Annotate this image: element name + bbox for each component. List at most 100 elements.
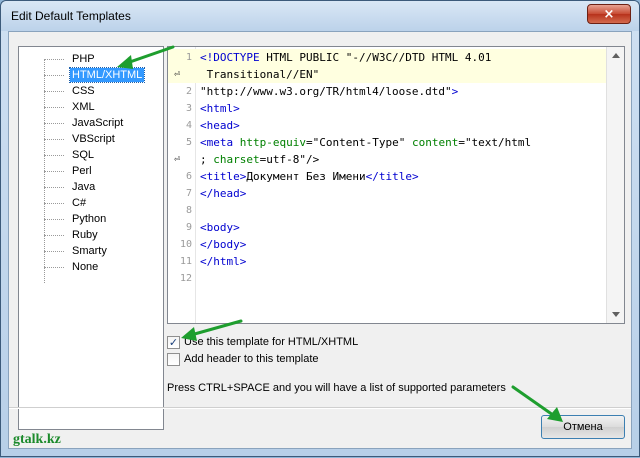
tree-item[interactable]: Python xyxy=(44,211,108,227)
code-text: </html> xyxy=(200,255,247,268)
code-text: "http://www.w3.org/TR/html4/loose.dtd"> xyxy=(200,85,459,98)
scroll-up-icon[interactable] xyxy=(612,53,620,58)
code-line[interactable]: 11 </html> xyxy=(168,253,606,270)
dialog-window: Edit Default Templates × PHP HTML/XHTML CS… xyxy=(0,0,640,457)
line-number: 5 xyxy=(185,137,192,148)
code-text: <!DOCTYPE HTML PUBLIC "-//W3C//DTD HTML … xyxy=(200,51,492,64)
tree-item-label: Python xyxy=(72,213,107,225)
line-number: 7 xyxy=(185,188,192,199)
tree-item-label: JavaScript xyxy=(72,117,124,129)
tree-branch-line xyxy=(44,58,64,60)
tree-branch-line xyxy=(44,202,64,204)
line-number: 4 xyxy=(185,120,192,131)
code-text: <head> xyxy=(200,119,240,132)
tree-branch-line xyxy=(44,154,64,156)
template-editor[interactable]: 1 <!DOCTYPE HTML PUBLIC "-//W3C//DTD HTML… xyxy=(167,46,625,324)
window-title: Edit Default Templates xyxy=(11,9,131,23)
tree-branch-line xyxy=(44,90,64,92)
tree-item[interactable]: C# xyxy=(44,195,88,211)
use-template-label: Use this template for HTML/XHTML xyxy=(184,336,359,348)
line-number: 3 xyxy=(185,103,192,114)
add-header-checkbox[interactable] xyxy=(167,352,180,366)
tree-item-label: HTML/XHTML xyxy=(68,67,146,83)
code-line[interactable]: ⏎ Transitional//EN" xyxy=(168,66,606,83)
divider xyxy=(9,407,631,409)
code-text: <meta http-equiv="Content-Type" content=… xyxy=(200,136,532,149)
code-text: </head> xyxy=(200,187,247,200)
code-line[interactable]: 12 xyxy=(168,270,606,287)
tree-item[interactable]: SQL xyxy=(44,147,96,163)
tree-branch-line xyxy=(44,218,64,220)
tree-item[interactable]: PHP xyxy=(44,51,97,67)
tree-branch-line xyxy=(44,122,64,124)
code-line[interactable]: 5 <meta http-equiv="Content-Type" content… xyxy=(168,134,606,151)
tree-branch-line xyxy=(44,250,64,252)
tree-branch-line xyxy=(44,138,64,140)
tree-branch-line xyxy=(44,106,64,108)
code-line[interactable]: ⏎ ; charset=utf-8"/> xyxy=(168,151,606,168)
tree-item[interactable]: HTML/XHTML xyxy=(44,67,146,83)
line-number: 8 xyxy=(185,205,192,216)
tree-item[interactable]: JavaScript xyxy=(44,115,125,131)
line-number: 12 xyxy=(179,273,192,284)
close-icon: × xyxy=(603,6,615,22)
tree-item-label: Smarty xyxy=(72,245,107,257)
code-line[interactable]: 6 <title>Документ Без Имени</title> xyxy=(168,168,606,185)
title-bar[interactable]: Edit Default Templates × xyxy=(1,1,639,31)
tree-item-label: PHP xyxy=(72,53,95,65)
tree-item[interactable]: Ruby xyxy=(44,227,100,243)
dialog-client-area: PHP HTML/XHTML CSS XML JavaScript VBScript SQL… xyxy=(8,31,632,449)
code-line[interactable]: 2 "http://www.w3.org/TR/html4/loose.dtd"> xyxy=(168,83,606,100)
tree-item[interactable]: Smarty xyxy=(44,243,109,259)
use-template-option[interactable]: ✓ Use this template for HTML/XHTML xyxy=(167,334,358,350)
code-text: <title>Документ Без Имени</title> xyxy=(200,170,419,183)
tree-item[interactable]: CSS xyxy=(44,83,97,99)
tree-item[interactable]: VBScript xyxy=(44,131,117,147)
tree-item-label: Perl xyxy=(72,165,92,177)
word-wrap-icon: ⏎ xyxy=(174,154,181,165)
line-number: 2 xyxy=(185,86,192,97)
tree-item[interactable]: Perl xyxy=(44,163,94,179)
tree-item-label: CSS xyxy=(72,85,95,97)
use-template-checkbox[interactable]: ✓ xyxy=(167,335,180,349)
tree-item-label: Java xyxy=(72,181,96,193)
code-text: Transitional//EN" xyxy=(200,68,320,81)
code-line[interactable]: 8 xyxy=(168,202,606,219)
tree-item-label: C# xyxy=(72,197,87,209)
line-number: 6 xyxy=(185,171,192,182)
tree-item[interactable]: XML xyxy=(44,99,97,115)
tree-item[interactable]: None xyxy=(44,259,100,275)
tree-item-label: SQL xyxy=(72,149,95,161)
code-line[interactable]: 4 <head> xyxy=(168,117,606,134)
tree-branch-line xyxy=(44,234,64,236)
tree-branch-line xyxy=(44,170,64,172)
tree-item[interactable]: Java xyxy=(44,179,97,195)
code-line[interactable]: 3 <html> xyxy=(168,100,606,117)
tree-branch-line xyxy=(44,266,64,268)
code-line[interactable]: 7 </head> xyxy=(168,185,606,202)
tree-item-label: None xyxy=(72,261,99,273)
line-number: 9 xyxy=(185,222,192,233)
add-header-label: Add header to this template xyxy=(184,353,319,365)
editor-vertical-scrollbar[interactable] xyxy=(606,47,624,323)
add-header-option[interactable]: Add header to this template xyxy=(167,351,319,367)
code-line[interactable]: 9 <body> xyxy=(168,219,606,236)
tree-item-label: VBScript xyxy=(72,133,115,145)
cancel-button[interactable]: Отмена xyxy=(541,415,625,439)
tree-item-label: XML xyxy=(72,101,95,113)
tree-branch-line xyxy=(44,186,64,188)
line-number: 1 xyxy=(185,52,192,63)
word-wrap-icon: ⏎ xyxy=(174,69,181,80)
language-tree[interactable]: PHP HTML/XHTML CSS XML JavaScript VBScript SQL… xyxy=(18,46,164,430)
code-line[interactable]: 10 </body> xyxy=(168,236,606,253)
line-number: 11 xyxy=(179,256,192,267)
tree-item-label: Ruby xyxy=(72,229,98,241)
scroll-down-icon[interactable] xyxy=(612,312,620,317)
tree-branch-line xyxy=(44,74,64,76)
code-text: ; charset=utf-8"/> xyxy=(200,153,320,166)
close-button[interactable]: × xyxy=(587,4,631,24)
code-line[interactable]: 1 <!DOCTYPE HTML PUBLIC "-//W3C//DTD HTML… xyxy=(168,49,606,66)
hint-text: Press CTRL+SPACE and you will have a lis… xyxy=(167,382,506,394)
code-text: </body> xyxy=(200,238,247,251)
line-number: 10 xyxy=(179,239,192,250)
